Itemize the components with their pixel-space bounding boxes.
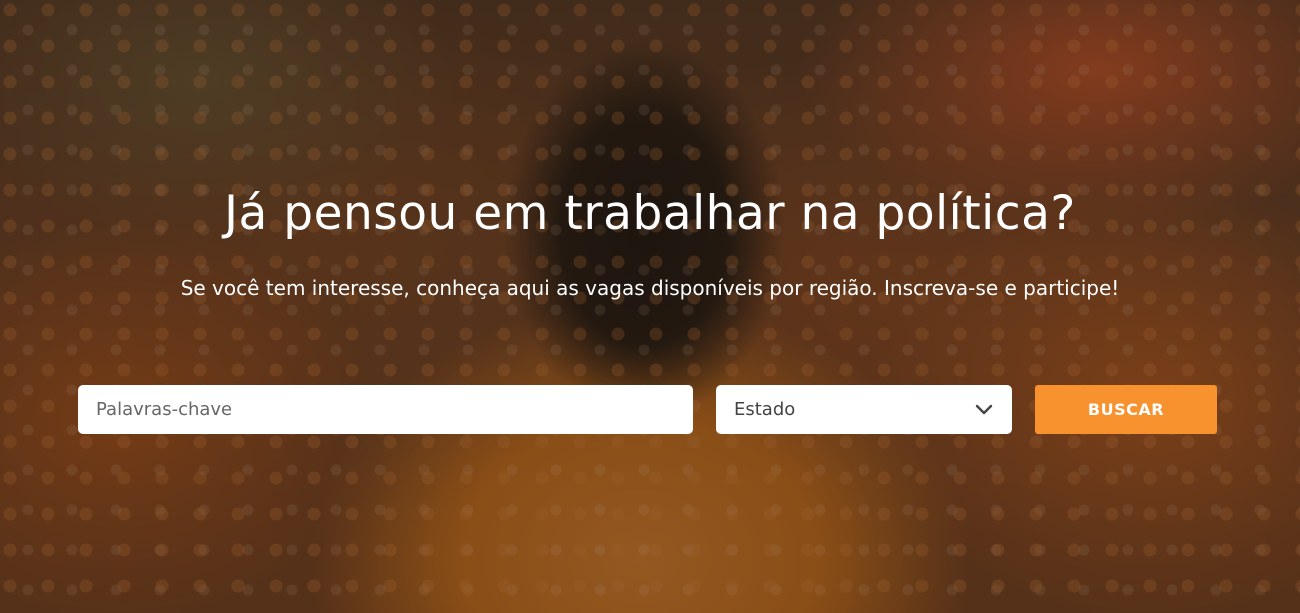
state-select-value: Estado (734, 399, 796, 420)
hero-subtitle: Se você tem interesse, conheça aqui as v… (180, 276, 1120, 300)
hero-overlay (0, 0, 1300, 613)
state-select[interactable]: Estado (716, 385, 1012, 434)
keywords-input[interactable] (78, 385, 693, 434)
search-button[interactable]: BUSCAR (1035, 385, 1217, 434)
chevron-down-icon (974, 400, 994, 420)
hero-banner: Já pensou em trabalhar na política? Se v… (0, 0, 1300, 613)
hero-headline: Já pensou em trabalhar na política? (224, 186, 1076, 241)
